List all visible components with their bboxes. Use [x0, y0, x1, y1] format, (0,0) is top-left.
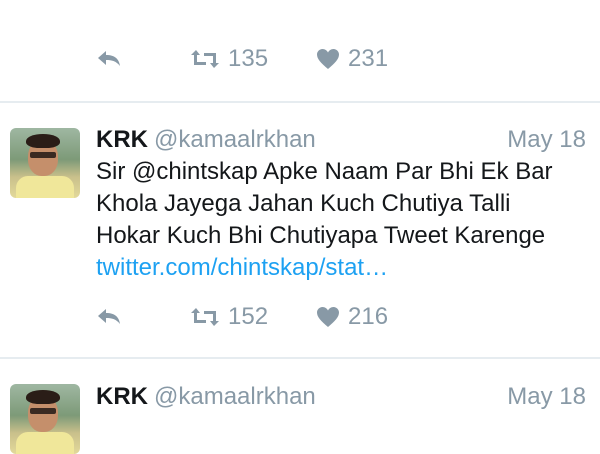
heart-icon [317, 307, 340, 327]
retweet-button[interactable]: 135 [190, 45, 268, 73]
retweet-count: 135 [228, 45, 269, 72]
user-handle[interactable]: @kamaalrkhan [154, 126, 316, 153]
tweet-line: Sir @chintskap Apke Naam Par Bhi Ek Bar [96, 158, 553, 185]
reply-icon [98, 51, 120, 66]
like-count: 216 [348, 303, 389, 330]
tweet-divider [0, 357, 600, 359]
like-count: 231 [348, 45, 389, 72]
reply-button[interactable] [96, 49, 122, 69]
display-name[interactable]: KRK [96, 383, 148, 410]
heart-icon [317, 49, 340, 69]
tweet-date[interactable]: May 18 [507, 382, 586, 412]
tweet-actions: 152 216 [96, 302, 436, 332]
tweet-date[interactable]: May 18 [507, 125, 586, 155]
tweet-link[interactable]: twitter.com/chintskap/stat… [96, 252, 596, 284]
retweet-icon [191, 308, 219, 326]
like-button[interactable]: 216 [316, 303, 388, 331]
reply-icon [98, 309, 120, 324]
tweet-line: Khola Jayega Jahan Kuch Chutiya Talli [96, 190, 511, 217]
reply-button[interactable] [96, 307, 122, 327]
retweet-icon [191, 50, 219, 68]
tweet-line: Hokar Kuch Bhi Chutiyapa Tweet Karenge [96, 222, 546, 249]
avatar[interactable] [10, 128, 80, 198]
tweet-actions: 135 231 [96, 44, 436, 74]
like-button[interactable]: 231 [316, 45, 388, 73]
retweet-count: 152 [228, 303, 269, 330]
user-handle[interactable]: @kamaalrkhan [154, 383, 316, 410]
tweet-text: Sir @chintskap Apke Naam Par Bhi Ek Bar … [96, 156, 596, 284]
tweet-header: KRK @kamaalrkhan May 18 [96, 382, 586, 412]
faded-tweet-text [96, 0, 296, 22]
display-name[interactable]: KRK [96, 126, 148, 153]
faded-tweet-text [96, 420, 456, 442]
retweet-button[interactable]: 152 [190, 303, 268, 331]
avatar[interactable] [10, 384, 80, 454]
tweet-divider [0, 101, 600, 103]
tweet-header: KRK @kamaalrkhan May 18 [96, 125, 586, 155]
